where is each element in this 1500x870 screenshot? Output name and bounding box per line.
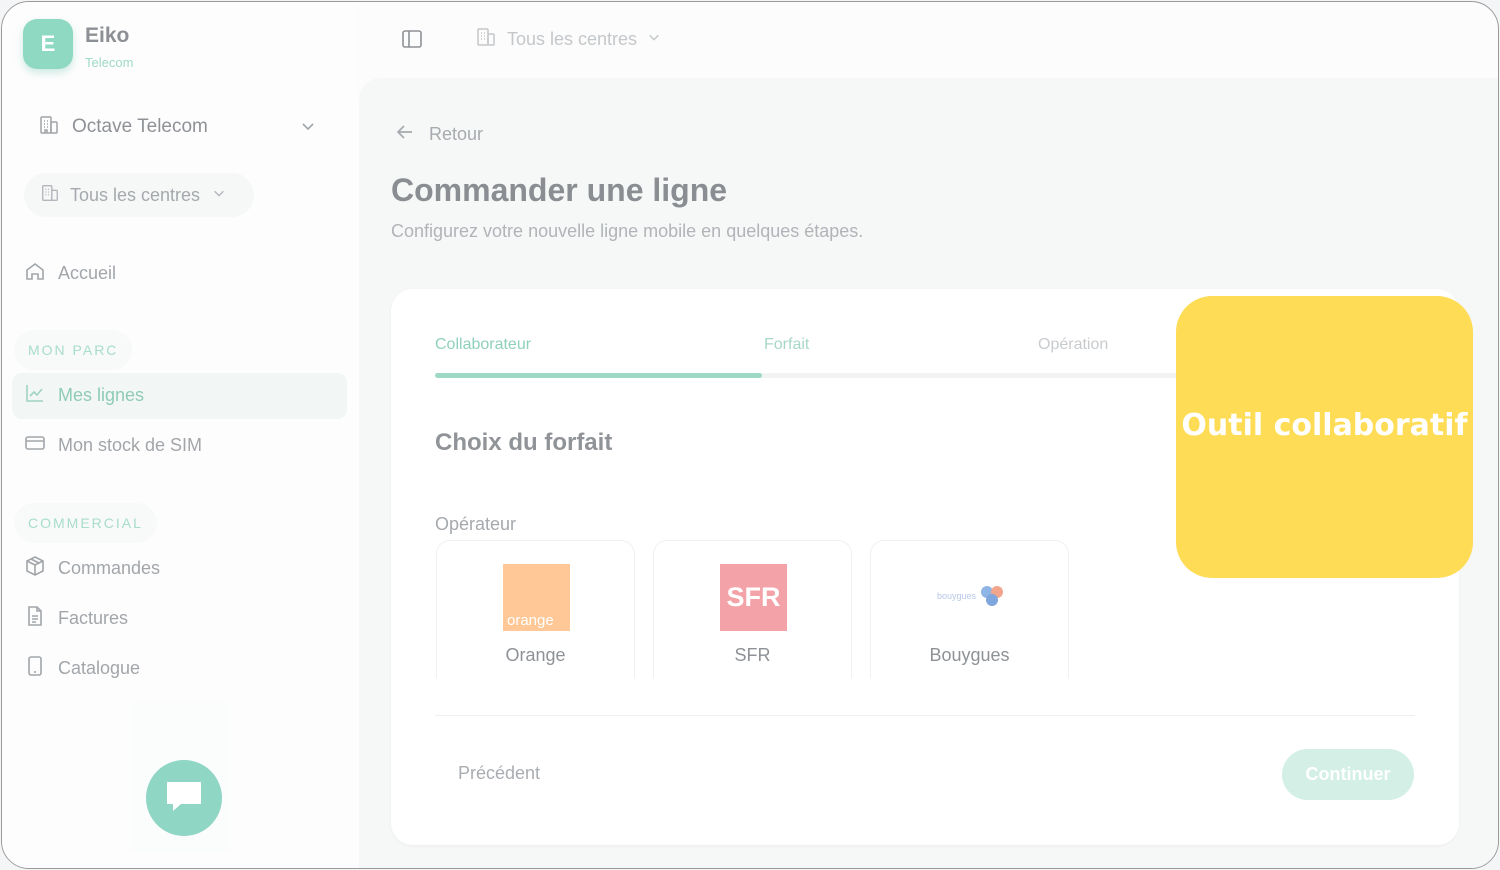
organization-label: Octave Telecom (72, 116, 208, 137)
chat-button[interactable] (146, 760, 222, 836)
chart-line-icon (24, 382, 46, 409)
brand-name: Eiko (85, 24, 130, 47)
brand-logo: E (23, 19, 73, 69)
home-icon (24, 260, 46, 287)
centre-label: Tous les centres (70, 184, 201, 205)
operator-option-sfr[interactable]: SFR SFR (653, 540, 852, 678)
page-subtitle: Configurez votre nouvelle ligne mobile e… (391, 221, 864, 241)
sidebar-item-factures[interactable]: Factures (24, 601, 128, 635)
card-icon (24, 432, 46, 459)
sidebar-item-label: Mes lignes (58, 384, 145, 405)
footer-divider (435, 715, 1415, 716)
bouygues-logo: bouygues (935, 581, 1007, 611)
topbar-centre-select[interactable]: Tous les centres (475, 26, 661, 53)
building-icon (38, 114, 60, 141)
sidebar-item-label: Commandes (58, 557, 161, 578)
sidebar-item-accueil[interactable]: Accueil (24, 256, 116, 290)
sidebar: E Eiko Telecom Octave Telecom Tous les c… (2, 2, 358, 868)
building-icon (475, 26, 497, 53)
section-title: Choix du forfait (435, 429, 613, 456)
organization-select[interactable]: Octave Telecom (38, 112, 318, 142)
tab-forfait[interactable]: Forfait (764, 336, 809, 354)
app-window: E Eiko Telecom Octave Telecom Tous les c… (1, 1, 1499, 869)
operator-name: SFR (734, 645, 771, 665)
sidebar-item-mes-lignes[interactable]: Mes lignes (24, 378, 144, 412)
sidebar-item-label: Catalogue (58, 657, 141, 678)
orange-logo: orange (503, 564, 570, 631)
chat-bubble-icon (163, 778, 205, 819)
sidebar-item-stock-sim[interactable]: Mon stock de SIM (24, 428, 202, 462)
section-label-mon-parc: MON PARC (14, 330, 133, 370)
arrow-left-icon (395, 122, 415, 147)
panel-toggle-icon (401, 30, 423, 54)
callout-text: Outil collaboratif (1181, 407, 1468, 443)
stepper-progress (435, 373, 762, 378)
sidebar-item-commandes[interactable]: Commandes (24, 551, 160, 585)
annotation-callout: Outil collaboratif (1176, 296, 1473, 578)
chevron-down-icon (647, 30, 661, 49)
tab-collaborateur[interactable]: Collaborateur (435, 336, 531, 354)
sidebar-item-label: Factures (58, 607, 129, 628)
building-icon (40, 183, 60, 208)
operator-name: Orange (505, 645, 566, 665)
brand-subtitle: Telecom (85, 55, 134, 70)
tab-operation[interactable]: Opération (1038, 336, 1108, 354)
chevron-down-icon (212, 186, 226, 205)
previous-button[interactable]: Précédent (458, 763, 540, 784)
sidebar-item-catalogue[interactable]: Catalogue (24, 651, 140, 685)
page-title: Commander une ligne (391, 172, 728, 208)
section-label-commercial: COMMERCIAL (14, 503, 157, 543)
sidebar-toggle-button[interactable] (401, 28, 423, 55)
operator-name: Bouygues (929, 645, 1010, 665)
document-icon (24, 605, 46, 632)
chevron-down-icon (300, 118, 316, 139)
operator-option-orange[interactable]: orange Orange (436, 540, 635, 678)
operator-label: Opérateur (435, 514, 517, 534)
back-link[interactable]: Retour (395, 122, 483, 147)
phone-icon (24, 655, 46, 682)
operator-option-bouygues[interactable]: bouygues Bouygues (870, 540, 1069, 678)
back-label: Retour (429, 124, 484, 144)
continue-button[interactable]: Continuer (1282, 749, 1414, 800)
sfr-logo: SFR (720, 564, 787, 631)
sidebar-item-label: Mon stock de SIM (58, 434, 203, 455)
sidebar-item-label: Accueil (58, 262, 117, 283)
package-icon (24, 555, 46, 582)
topbar-centre-label: Tous les centres (507, 29, 638, 49)
centre-select[interactable]: Tous les centres (24, 173, 254, 217)
